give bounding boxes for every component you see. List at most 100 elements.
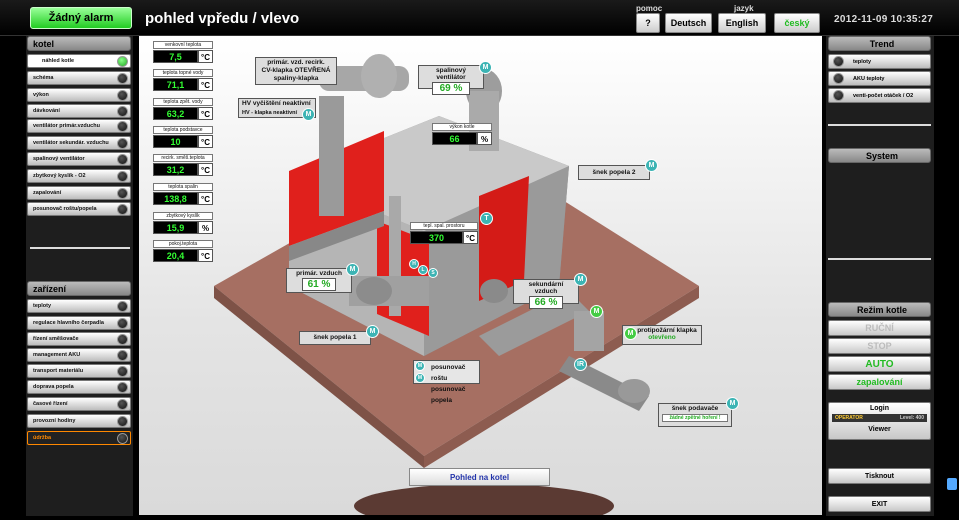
- zarizeni-menu-item[interactable]: management AKU: [27, 348, 131, 362]
- kotel-menu-item[interactable]: posunovač roštu/popela: [27, 202, 131, 216]
- kotel-menu-item[interactable]: náhled kotle: [27, 54, 131, 68]
- status-knob-icon: [117, 399, 128, 410]
- boiler-view-button[interactable]: Pohled na kotel: [409, 468, 550, 486]
- zarizeni-menu-item[interactable]: transport materiálu: [27, 364, 131, 378]
- system-button[interactable]: System: [828, 148, 931, 163]
- sensor-display: recirk. směš.teplota 31,2 °C: [153, 154, 213, 176]
- level-s-icon[interactable]: S: [428, 268, 438, 278]
- sensor-unit: °C: [198, 107, 213, 120]
- secondary-air-label: sekundární vzduch: [528, 281, 564, 295]
- grate-motor-icon[interactable]: M: [415, 361, 425, 371]
- menu-item-label: dávkování: [33, 108, 60, 114]
- alarm-status-button[interactable]: Žádný alarm: [30, 7, 132, 29]
- secondary-air-motor-icon[interactable]: M: [574, 273, 587, 286]
- trend-menu-item[interactable]: teploty: [828, 54, 931, 69]
- status-knob-icon: [117, 138, 128, 149]
- flue-fan-box[interactable]: spalinový ventilátor 69 %: [418, 65, 484, 95]
- window-resize-icon[interactable]: [947, 478, 957, 490]
- sensor-label: venkovní teplota: [153, 41, 213, 49]
- status-knob-icon: [117, 366, 128, 377]
- status-knob-icon: [117, 121, 128, 132]
- ash-pusher-label: posunovač popela: [431, 386, 466, 404]
- status-knob-icon: [117, 106, 128, 117]
- kotel-menu-item[interactable]: zapalování: [27, 186, 131, 200]
- boiler-power-unit: %: [477, 132, 492, 145]
- sensor-value: 63,2: [153, 107, 198, 120]
- menu-item-label: regulace hlavního čerpadla: [33, 320, 104, 326]
- kotel-menu-item[interactable]: spalinový ventilátor: [27, 152, 131, 166]
- trend-menu-item[interactable]: venti-počet otáček / O2: [828, 88, 931, 103]
- sensor-label: teplota podstavce: [153, 126, 213, 134]
- menu-item-label: náhled kotle: [42, 58, 75, 64]
- ash-screw-1-motor-icon[interactable]: M: [366, 325, 379, 338]
- temp-sensor-icon[interactable]: T: [480, 212, 493, 225]
- zarizeni-menu-item[interactable]: regulace hlavního čerpadla: [27, 316, 131, 330]
- zarizeni-menu-item[interactable]: časové řízení: [27, 397, 131, 411]
- status-knob-icon: [117, 188, 128, 199]
- mode-auto-button[interactable]: AUTO: [828, 356, 931, 372]
- kotel-menu-item[interactable]: schéma: [27, 71, 131, 85]
- primary-air-box[interactable]: primár. vzduch 61 %: [286, 268, 352, 293]
- menu-item-label: venti-počet otáček / O2: [853, 92, 914, 99]
- zarizeni-menu-item[interactable]: údržba: [27, 431, 131, 445]
- zarizeni-menu-item[interactable]: teploty: [27, 299, 131, 313]
- mode-stop-button[interactable]: STOP: [828, 338, 931, 354]
- sensor-value: 138,8: [153, 192, 198, 205]
- menu-item-label: řízení směšovače: [33, 336, 79, 342]
- print-button[interactable]: Tisknout: [828, 468, 931, 484]
- hv-motor-icon[interactable]: M: [302, 108, 315, 121]
- level-l-icon[interactable]: L: [418, 265, 428, 275]
- ash-pusher-motor-icon[interactable]: M: [415, 373, 425, 383]
- mode-ignite-button[interactable]: zapalování: [828, 374, 931, 390]
- exit-button[interactable]: EXIT: [828, 496, 931, 512]
- divider: [828, 258, 931, 260]
- combustion-temp-value: 370: [410, 231, 463, 244]
- secondary-air-value: 66 %: [529, 296, 563, 309]
- boiler-power-display: výkon kotle 66%: [432, 123, 492, 145]
- menu-item-label: údržba: [33, 435, 52, 441]
- menu-item-label: spalinový ventilátor: [33, 156, 85, 162]
- zarizeni-menu-item[interactable]: řízení směšovače: [27, 332, 131, 346]
- primary-air-motor-icon[interactable]: M: [346, 263, 359, 276]
- feeder-screw-box[interactable]: šnek podavače žádné zpětné hoření !: [658, 403, 732, 427]
- combustion-temp-label: tepl. spal. prostoru: [410, 222, 478, 230]
- feeder-motor-icon[interactable]: M: [726, 397, 739, 410]
- datetime-display: 2012-11-09 10:35:27: [834, 14, 934, 25]
- ash-screw-2-label[interactable]: šnek popela 2: [578, 165, 650, 180]
- sensor-label: recirk. směš.teplota: [153, 154, 213, 162]
- menu-item-label: ventilátor sekundár. vzduchu: [33, 140, 109, 146]
- status-knob-icon: [117, 171, 128, 182]
- mode-manual-button[interactable]: RUČNÍ: [828, 320, 931, 336]
- fire-flap-motor-icon[interactable]: M: [590, 305, 603, 318]
- trend-menu-item[interactable]: AKU teploty: [828, 71, 931, 86]
- lang-english-button[interactable]: English: [718, 13, 766, 33]
- ash-screw-2-motor-icon[interactable]: M: [645, 159, 658, 172]
- ash-screw-1-label[interactable]: šnek popela 1: [299, 331, 371, 345]
- zarizeni-menu-item[interactable]: provozní hodiny: [27, 414, 131, 428]
- kotel-menu-item[interactable]: ventilátor sekundár. vzduchu: [27, 136, 131, 150]
- feeder-state: žádné zpětné hoření !: [662, 414, 728, 422]
- kotel-menu-item[interactable]: zbytkový kyslík - O2: [27, 169, 131, 183]
- lang-deutsch-button[interactable]: Deutsch: [665, 13, 712, 33]
- status-knob-icon: [117, 301, 128, 312]
- ir-sensor-icon[interactable]: IR: [574, 358, 587, 371]
- status-knob-icon: [117, 56, 128, 67]
- primary-air-label: primár. vzduch: [296, 270, 342, 277]
- flue-fan-motor-icon[interactable]: M: [479, 61, 492, 74]
- sensor-value: 71,1: [153, 78, 198, 91]
- operator-level: Level: 400: [899, 415, 924, 421]
- secondary-air-box[interactable]: sekundární vzduch 66 %: [513, 279, 579, 309]
- status-knob-icon: [117, 90, 128, 101]
- menu-item-label: zapalování: [33, 190, 62, 196]
- kotel-menu-item[interactable]: ventilátor primár.vzduchu: [27, 119, 131, 133]
- help-button[interactable]: ?: [636, 13, 660, 33]
- login-button[interactable]: Login: [828, 405, 931, 412]
- zarizeni-menu-item[interactable]: doprava popela: [27, 380, 131, 394]
- kotel-menu-item[interactable]: dávkování: [27, 104, 131, 118]
- kotel-menu-item[interactable]: výkon: [27, 88, 131, 102]
- viewer-button[interactable]: Viewer: [828, 426, 931, 433]
- status-knob-icon: [833, 73, 844, 84]
- menu-item-label: výkon: [33, 92, 49, 98]
- menu-item-label: zbytkový kyslík - O2: [33, 173, 86, 179]
- lang-czech-button[interactable]: český: [774, 13, 820, 33]
